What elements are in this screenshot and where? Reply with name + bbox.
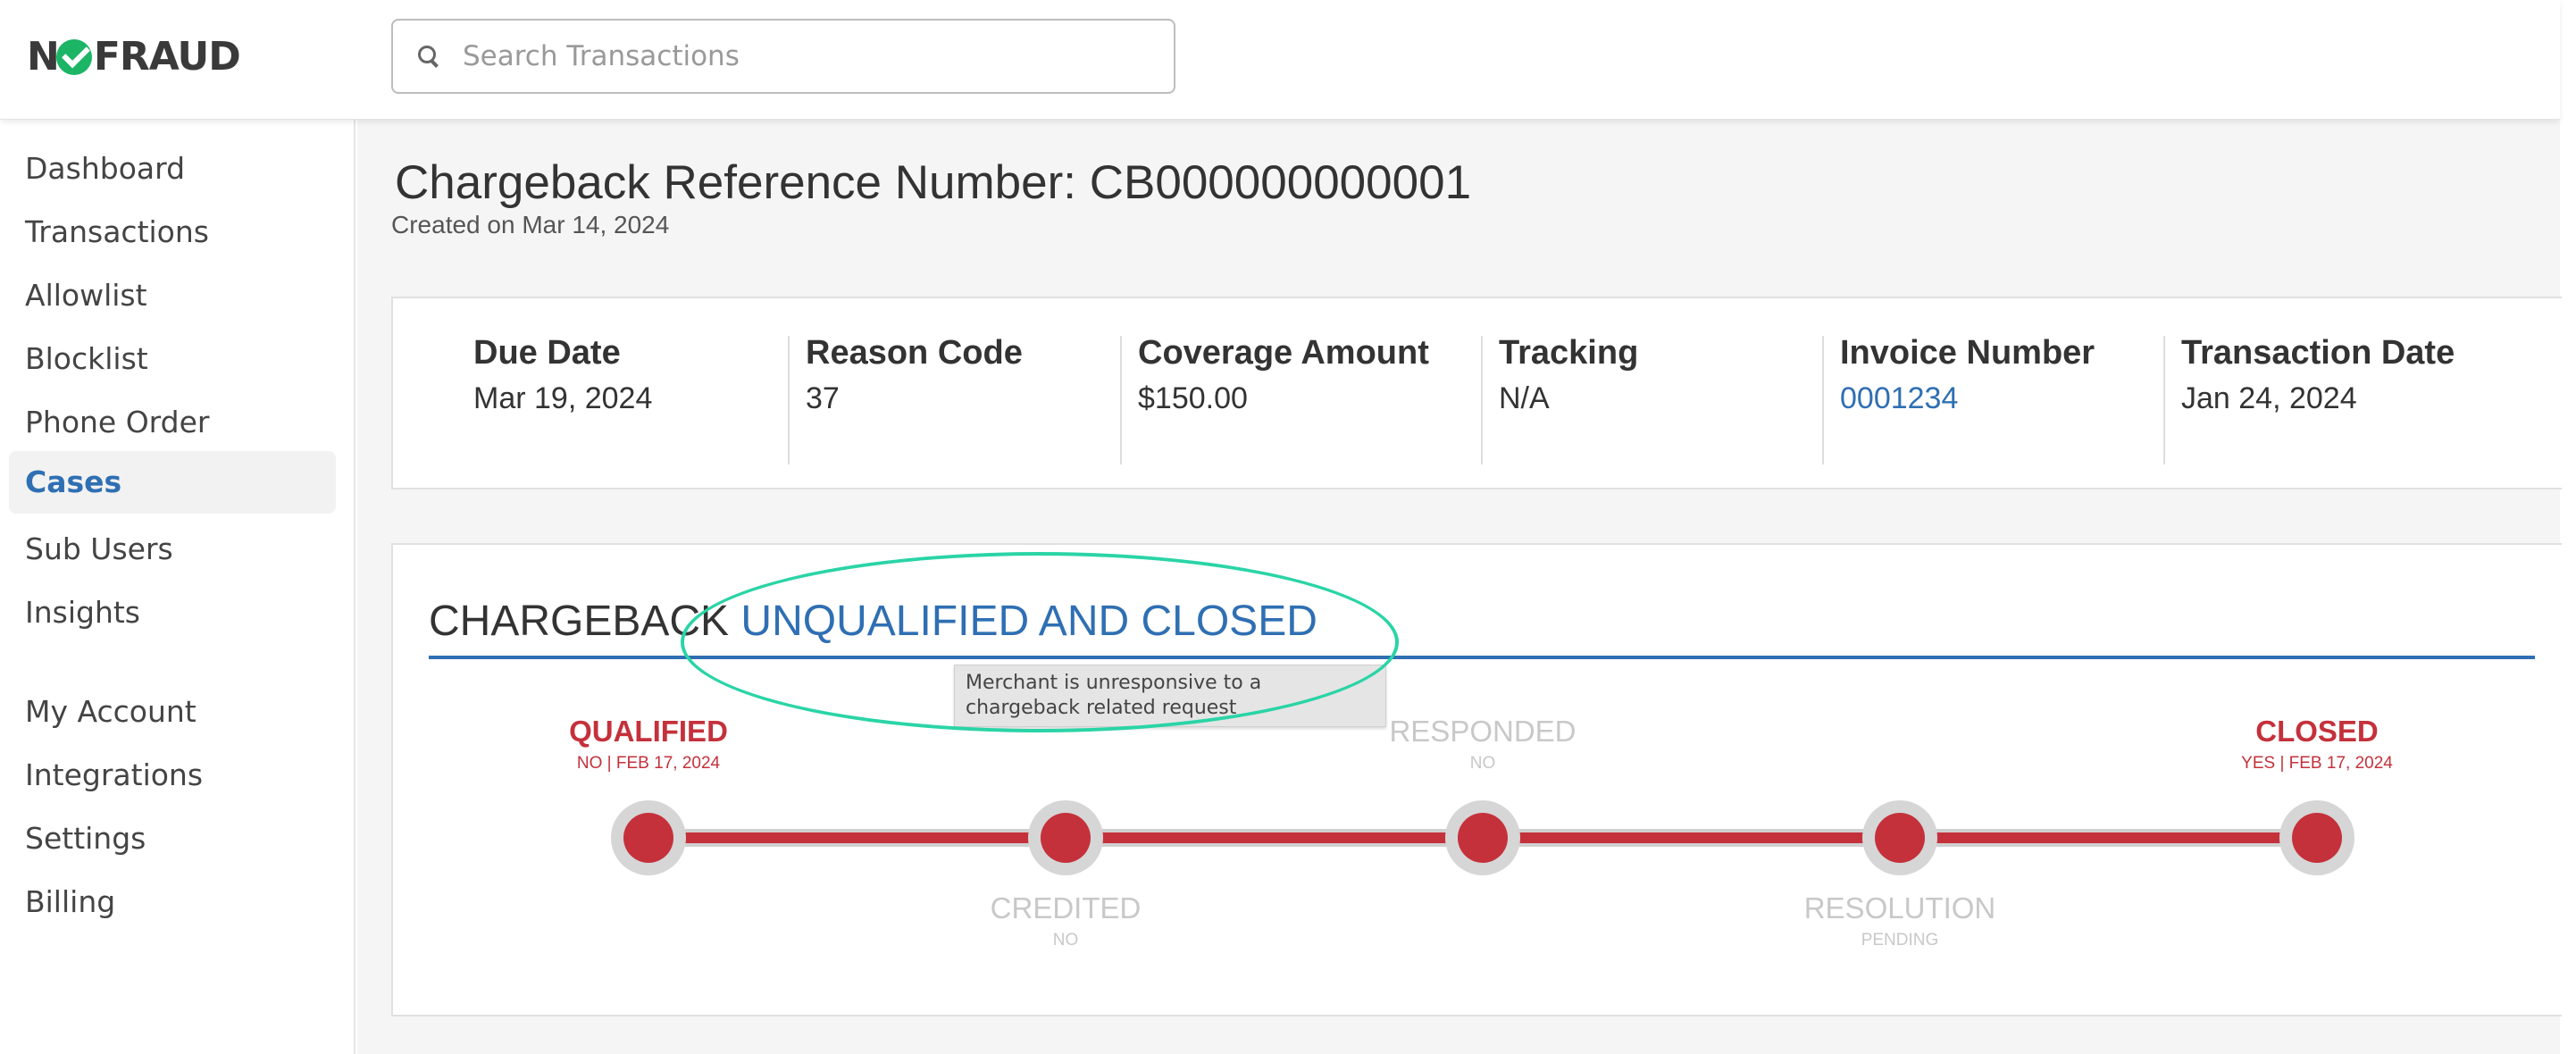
checkmark-icon	[55, 39, 92, 75]
sidebar-item-dashboard[interactable]: Dashboard	[9, 138, 336, 200]
sidebar-item-cases[interactable]: Cases	[9, 451, 336, 514]
status-underline	[429, 656, 2535, 659]
step-detail: NO | FEB 17, 2024	[576, 754, 721, 773]
column-divider	[788, 336, 790, 464]
info-tracking: Tracking N/A	[1499, 334, 1638, 463]
sidebar-item-billing[interactable]: Billing	[9, 871, 336, 933]
info-due-date: Due Date Mar 19, 2024	[473, 334, 652, 463]
sidebar-item-insights[interactable]: Insights	[9, 581, 336, 644]
logo-text-left: N	[27, 34, 60, 79]
step-name: CLOSED	[2255, 715, 2379, 748]
status-value[interactable]: UNQUALIFIED AND CLOSED	[740, 598, 1317, 645]
sidebar-item-sub-users[interactable]: Sub Users	[9, 518, 336, 581]
info-reason-code: Reason Code 37	[806, 334, 1023, 463]
top-header: N FRAUD	[0, 0, 2560, 120]
step-name: RESOLUTION	[1803, 891, 1996, 924]
sidebar-item-settings[interactable]: Settings	[9, 807, 336, 870]
step-detail: YES | FEB 17, 2024	[2241, 754, 2393, 773]
step-resolution: RESOLUTION PENDING	[1721, 891, 2078, 950]
info-value: N/A	[1499, 381, 1550, 415]
sidebar-item-integrations[interactable]: Integrations	[9, 744, 336, 807]
nofraud-logo[interactable]: N FRAUD	[27, 34, 241, 80]
column-divider	[1120, 336, 1122, 464]
step-name: CREDITED	[990, 891, 1142, 924]
step-dot-responded[interactable]	[1445, 800, 1520, 875]
info-coverage-amount: Coverage Amount $150.00	[1138, 334, 1429, 463]
info-label: Reason Code	[806, 334, 1023, 372]
sidebar-item-phone-order[interactable]: Phone Order	[9, 391, 336, 454]
step-credited: CREDITED NO	[887, 891, 1244, 950]
chargeback-status-card: CHARGEBACK UNQUALIFIED AND CLOSED Mercha…	[391, 543, 2562, 1016]
status-heading: CHARGEBACK UNQUALIFIED AND CLOSED	[429, 597, 1317, 646]
info-label: Due Date	[473, 334, 621, 372]
info-value: Jan 24, 2024	[2181, 381, 2357, 415]
search-icon	[416, 44, 441, 69]
column-divider	[1481, 336, 1483, 464]
step-detail: NO	[1052, 931, 1079, 949]
info-label: Transaction Date	[2181, 334, 2455, 372]
info-value: $150.00	[1138, 381, 1248, 415]
sidebar-nav: Dashboard Transactions Allowlist Blockli…	[0, 120, 355, 1054]
page-title: Chargeback Reference Number: CB000000000…	[395, 156, 1472, 209]
info-label: Tracking	[1499, 334, 1639, 372]
info-label: Coverage Amount	[1138, 334, 1429, 372]
column-divider	[2163, 336, 2165, 464]
info-value: 37	[806, 381, 840, 415]
step-dot-credited[interactable]	[1028, 800, 1103, 875]
status-prefix: CHARGEBACK	[429, 598, 741, 645]
logo-text-right: FRAUD	[93, 34, 241, 79]
step-dot-closed[interactable]	[2279, 800, 2354, 875]
main-content: Chargeback Reference Number: CB000000000…	[357, 120, 2562, 1054]
step-dot-resolution[interactable]	[1862, 800, 1937, 875]
step-qualified: QUALIFIED NO | FEB 17, 2024	[470, 715, 827, 774]
step-name: QUALIFIED	[569, 715, 728, 748]
step-detail: PENDING	[1861, 931, 1939, 949]
created-date: Created on Mar 14, 2024	[391, 211, 670, 238]
step-dot-qualified[interactable]	[611, 800, 686, 875]
chargeback-info-card: Due Date Mar 19, 2024 Reason Code 37 Cov…	[391, 297, 2562, 489]
step-closed: CLOSED YES | FEB 17, 2024	[2138, 715, 2496, 774]
info-label: Invoice Number	[1840, 334, 2095, 372]
sidebar-item-allowlist[interactable]: Allowlist	[9, 264, 336, 327]
column-divider	[1822, 336, 1824, 464]
info-value: Mar 19, 2024	[473, 381, 653, 415]
sidebar-item-blocklist[interactable]: Blocklist	[9, 328, 336, 390]
info-transaction-date: Transaction Date Jan 24, 2024	[2181, 334, 2455, 463]
step-name: RESPONDED	[1389, 715, 1577, 748]
search-input[interactable]	[463, 40, 1159, 72]
step-responded: RESPONDED NO	[1304, 715, 1661, 774]
invoice-number-link[interactable]: 0001234	[1840, 381, 2095, 416]
sidebar-item-my-account[interactable]: My Account	[9, 681, 336, 743]
step-detail: NO	[1469, 754, 1496, 773]
search-box[interactable]	[391, 19, 1175, 94]
info-invoice-number: Invoice Number 0001234	[1840, 334, 2095, 463]
sidebar-item-transactions[interactable]: Transactions	[9, 201, 336, 264]
